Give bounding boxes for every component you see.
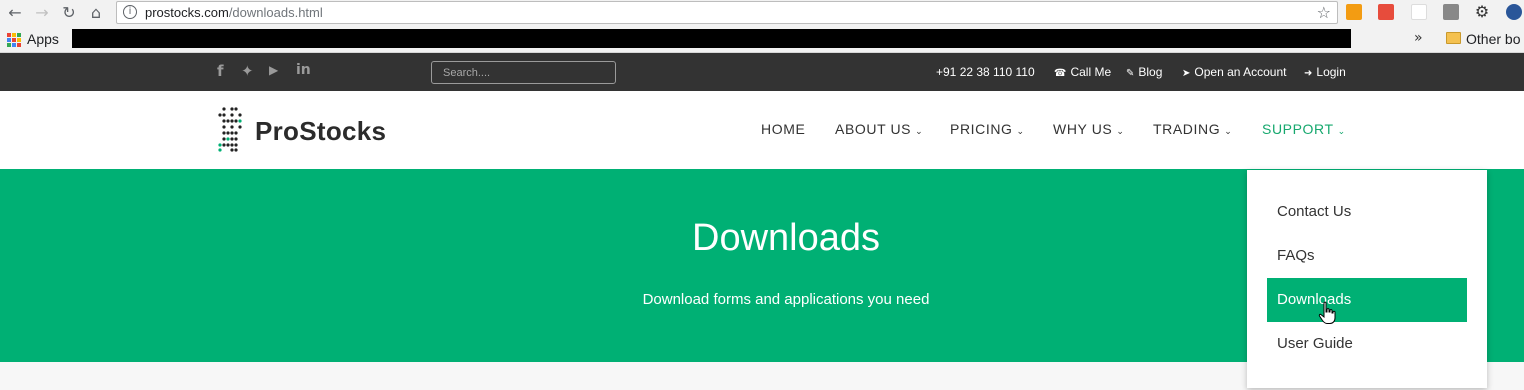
nav-support-label: SUPPORT [1262, 121, 1334, 137]
chevron-down-icon: ⌄ [1016, 127, 1025, 137]
sign-in-icon: ➜ [1304, 68, 1313, 79]
forward-arrow-icon[interactable]: → [32, 3, 52, 23]
nav-about-us-label: ABOUT US [835, 121, 912, 137]
send-icon: ➤ [1182, 68, 1191, 79]
youtube-icon[interactable]: ▶ [269, 63, 278, 77]
chart-extension-icon[interactable] [1346, 4, 1362, 20]
nav-support[interactable]: SUPPORT ⌄ [1262, 121, 1346, 137]
hand-cursor-icon [1318, 301, 1336, 324]
dropdown-item-downloads[interactable]: Downloads [1267, 278, 1467, 322]
nav-trading[interactable]: TRADING ⌄ [1153, 121, 1232, 137]
login-label: Login [1316, 65, 1346, 79]
todoist-extension-icon[interactable] [1378, 4, 1394, 20]
open-account-label: Open an Account [1194, 65, 1287, 79]
chevron-down-icon: ⌄ [1224, 127, 1233, 137]
open-account-link[interactable]: ➤ Open an Account [1182, 65, 1286, 79]
nav-trading-label: TRADING [1153, 121, 1221, 137]
phone-number: +91 22 38 110 110 [936, 65, 1035, 79]
top-bar: f ✦ ▶ in +91 22 38 110 110 ☎Call Me ✎Blo… [0, 53, 1524, 91]
nav-why-us-label: WHY US [1053, 121, 1113, 137]
bookmarks-bar: Apps » Other bo [0, 26, 1524, 53]
dropdown-item-user-guide[interactable]: User Guide [1267, 322, 1467, 366]
blog-label: Blog [1138, 65, 1163, 79]
nav-about-us[interactable]: ABOUT US ⌄ [835, 121, 923, 137]
call-me-link[interactable]: ☎ Call Me [1054, 65, 1111, 79]
apps-grid-icon[interactable] [7, 33, 21, 47]
nav-pricing[interactable]: PRICING ⌄ [950, 121, 1025, 137]
other-bookmarks-label[interactable]: Other bo [1466, 31, 1520, 47]
check-extension-icon[interactable] [1411, 4, 1427, 20]
e-extension-icon[interactable] [1506, 4, 1522, 20]
twitter-icon[interactable]: ✦ [241, 62, 254, 80]
nav-home-label: HOME [761, 121, 806, 137]
phone-icon: ☎ [1054, 68, 1067, 79]
nav-why-us[interactable]: WHY US ⌄ [1053, 121, 1125, 137]
url-host: prostocks.com [145, 5, 229, 20]
gear-icon[interactable]: ⚙ [1472, 2, 1492, 22]
back-arrow-icon[interactable]: ← [5, 3, 25, 23]
facebook-icon[interactable]: f [217, 62, 224, 80]
redacted-bookmarks [72, 29, 1351, 48]
blog-link[interactable]: ✎ Blog [1126, 65, 1162, 79]
url-path: /downloads.html [228, 5, 323, 20]
apps-label[interactable]: Apps [27, 31, 59, 47]
chevron-down-icon: ⌄ [915, 127, 924, 137]
support-dropdown-menu: Contact Us FAQs Downloads User Guide [1247, 170, 1487, 388]
login-link[interactable]: ➜ Login [1304, 65, 1346, 79]
chevron-down-icon: ⌄ [1116, 127, 1125, 137]
browser-toolbar: ← → ↻ ⌂ i prostocks.com/downloads.html ☆… [0, 0, 1524, 26]
info-icon[interactable]: i [123, 5, 137, 19]
address-bar[interactable]: i prostocks.com/downloads.html ☆ [116, 1, 1338, 24]
nav-pricing-label: PRICING [950, 121, 1013, 137]
linkedin-icon[interactable]: in [296, 62, 311, 78]
prostocks-logo-icon[interactable] [216, 105, 246, 153]
dropdown-item-contact-us[interactable]: Contact Us [1267, 190, 1467, 234]
url-text: prostocks.com/downloads.html [145, 5, 323, 20]
bookmark-star-icon[interactable]: ☆ [1317, 3, 1331, 22]
home-icon[interactable]: ⌂ [86, 3, 106, 23]
folder-icon [1446, 32, 1461, 44]
edit-icon: ✎ [1126, 68, 1135, 79]
square-extension-icon[interactable] [1443, 4, 1459, 20]
search-input[interactable] [431, 61, 616, 84]
logo-text[interactable]: ProStocks [255, 116, 386, 147]
more-bookmarks-icon[interactable]: » [1414, 30, 1423, 46]
call-me-label: Call Me [1070, 65, 1112, 79]
chevron-down-icon: ⌄ [1337, 127, 1346, 137]
dropdown-item-faqs[interactable]: FAQs [1267, 234, 1467, 278]
site-header: ProStocks HOME ABOUT US ⌄ PRICING ⌄ WHY US… [0, 91, 1524, 169]
reload-icon[interactable]: ↻ [59, 3, 79, 23]
nav-home[interactable]: HOME [761, 121, 805, 137]
